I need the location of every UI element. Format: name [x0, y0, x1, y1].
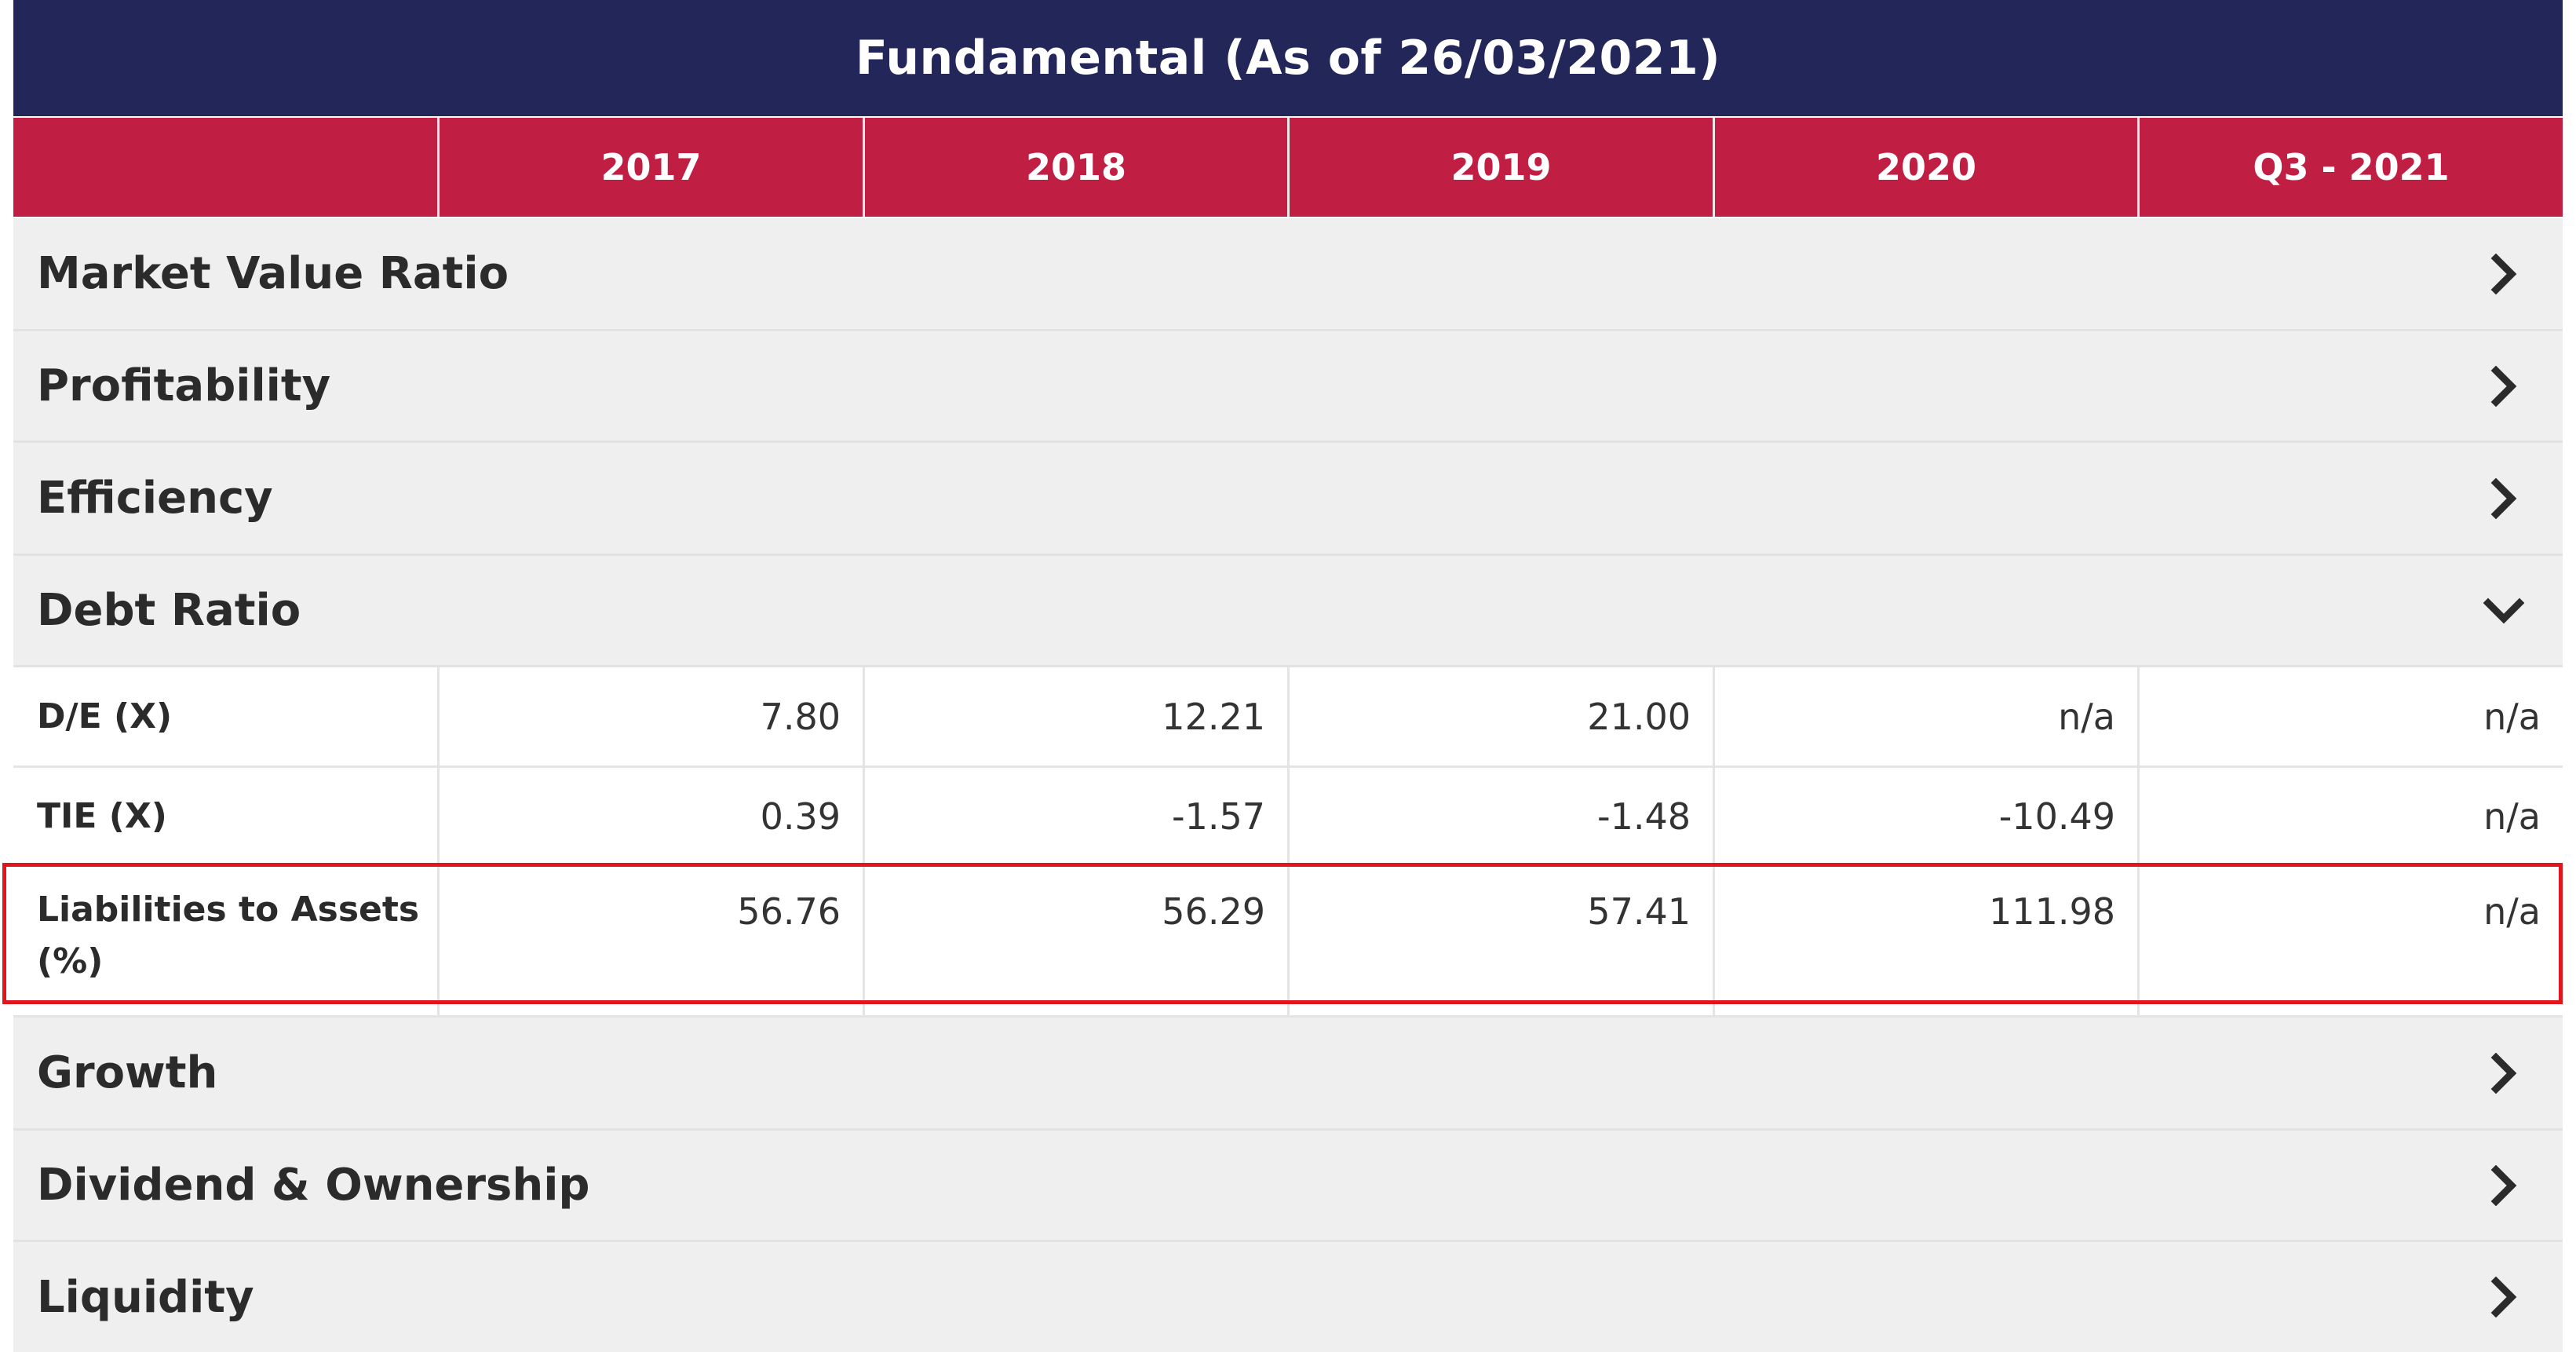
row-label: Liabilities to Assets (%) — [37, 890, 420, 981]
header-year-2018: 2018 — [863, 118, 1287, 217]
cell-2018: 12.21 — [863, 667, 1287, 766]
section-label: Profitability — [37, 360, 331, 411]
cell-2019: -1.48 — [1287, 768, 1713, 864]
table-row: TIE (X) 0.39 -1.57 -1.48 -10.49 n/a — [13, 768, 2563, 867]
section-liquidity[interactable]: Liquidity — [13, 1242, 2563, 1352]
section-label: Debt Ratio — [37, 585, 301, 636]
year-header-row: 2017 2018 2019 2020 Q3 - 2021 — [13, 118, 2563, 217]
table-row: D/E (X) 7.80 12.21 21.00 n/a n/a — [13, 667, 2563, 768]
chevron-right-icon — [2476, 359, 2531, 414]
cell-2019: 57.41 — [1287, 867, 1713, 1015]
cell-2017: 0.39 — [437, 768, 863, 864]
cell-q3-2021: n/a — [2137, 667, 2563, 766]
cell-2017: 7.80 — [437, 667, 863, 766]
section-dividend-ownership[interactable]: Dividend & Ownership — [13, 1131, 2563, 1242]
section-efficiency[interactable]: Efficiency — [13, 443, 2563, 556]
section-label: Market Value Ratio — [37, 248, 509, 299]
header-year-2019: 2019 — [1287, 118, 1713, 217]
header-year-2020: 2020 — [1713, 118, 2137, 217]
chevron-down-icon — [2476, 583, 2531, 638]
cell-2020: 111.98 — [1713, 867, 2137, 1015]
section-growth[interactable]: Growth — [13, 1018, 2563, 1131]
section-debt-ratio[interactable]: Debt Ratio — [13, 556, 2563, 667]
chevron-right-icon — [2476, 1270, 2531, 1325]
chevron-right-icon — [2476, 1158, 2531, 1213]
header-q3-2021: Q3 - 2021 — [2137, 118, 2563, 217]
fundamental-table: Fundamental (As of 26/03/2021) 2017 2018… — [13, 0, 2563, 1352]
cell-2020: -10.49 — [1713, 768, 2137, 864]
header-year-2017: 2017 — [437, 118, 863, 217]
cell-2017: 56.76 — [437, 867, 863, 1015]
cell-q3-2021: n/a — [2137, 867, 2563, 1015]
table-row: Liabilities to Assets (%) 56.76 56.29 57… — [13, 867, 2563, 1018]
section-label: Growth — [37, 1047, 218, 1098]
cell-2019: 21.00 — [1287, 667, 1713, 766]
section-label: Liquidity — [37, 1271, 254, 1323]
header-label-column — [13, 118, 437, 217]
cell-q3-2021: n/a — [2137, 768, 2563, 864]
cell-2018: -1.57 — [863, 768, 1287, 864]
table-title: Fundamental (As of 26/03/2021) — [13, 0, 2563, 116]
section-label: Efficiency — [37, 473, 273, 524]
chevron-right-icon — [2476, 247, 2531, 301]
chevron-right-icon — [2476, 471, 2531, 526]
row-label: TIE (X) — [37, 796, 167, 836]
section-label: Dividend & Ownership — [37, 1160, 590, 1211]
section-market-value-ratio[interactable]: Market Value Ratio — [13, 218, 2563, 331]
cell-2018: 56.29 — [863, 867, 1287, 1015]
chevron-right-icon — [2476, 1046, 2531, 1101]
cell-2020: n/a — [1713, 667, 2137, 766]
section-profitability[interactable]: Profitability — [13, 331, 2563, 443]
row-label: D/E (X) — [37, 696, 173, 736]
